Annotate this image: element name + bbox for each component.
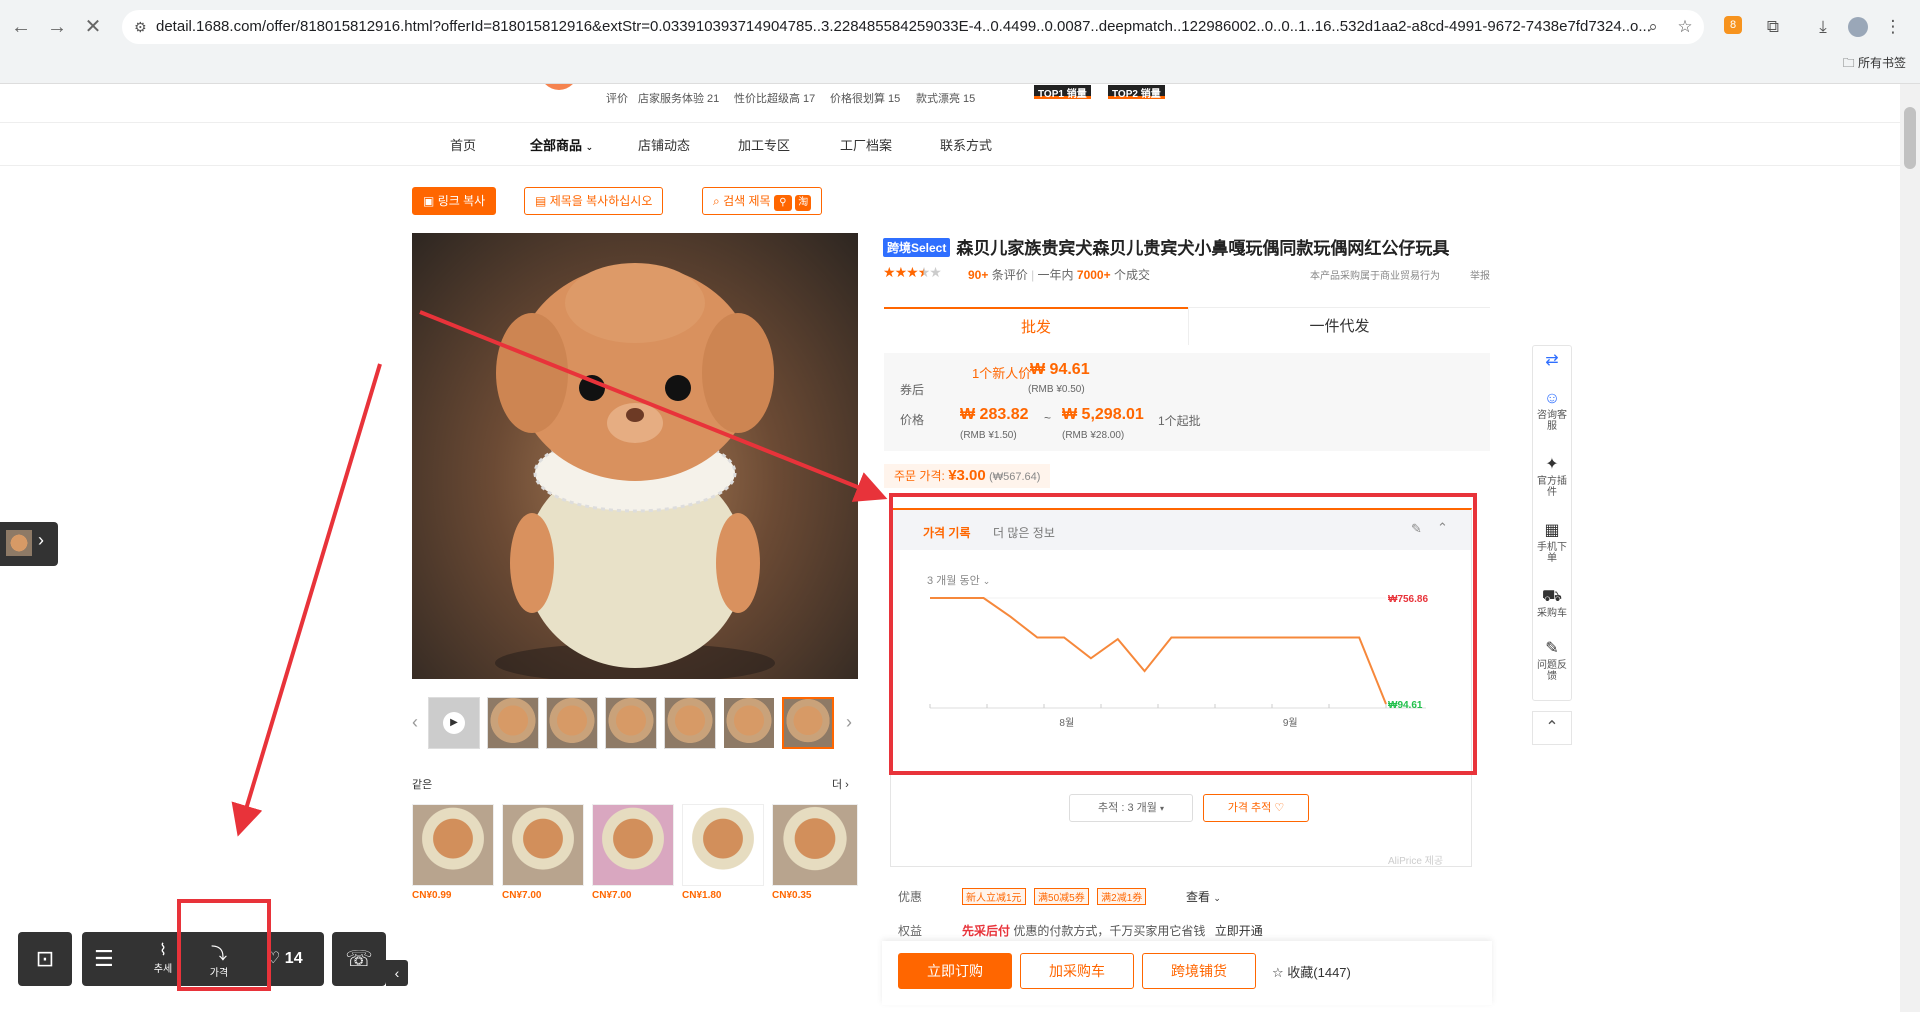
page-content: 评价 店家服务体验 21 性价比超级高 17 价格很划算 15 款式漂亮 15 … [0,84,1900,1012]
browser-toolbar: ← → ✕ ⚙ detail.1688.com/offer/8180158129… [0,0,1920,84]
bookmark-star-icon[interactable]: ☆ [1672,14,1698,40]
scrollbar-thumb[interactable] [1904,107,1916,169]
profile-avatar[interactable] [1848,17,1868,37]
menu-dots-icon[interactable]: ⋮ [1880,14,1906,40]
all-bookmarks[interactable]: 🗀 所有书签 [1843,54,1906,75]
page-scrollbar[interactable] [1900,84,1920,1012]
address-bar[interactable]: ⚙ detail.1688.com/offer/818015812916.htm… [122,10,1704,44]
extension-badge-icon[interactable]: 8 [1724,16,1742,34]
back-icon[interactable]: ← [8,14,34,40]
address-text: detail.1688.com/offer/818015812916.html?… [156,18,1651,35]
download-icon[interactable]: ⤓ [1810,14,1836,40]
stop-loading-icon[interactable]: ✕ [80,14,106,40]
zoom-icon[interactable]: ⌕ [1640,14,1666,40]
extensions-puzzle-icon[interactable]: ⧉ [1760,14,1786,40]
forward-icon[interactable]: → [44,14,70,40]
annotation-arrows [231,310,888,837]
folder-icon: 🗀 [1842,56,1855,70]
annotation-arrow [231,363,382,837]
site-info-icon[interactable]: ⚙ [134,10,147,44]
annotation-arrow [419,310,888,502]
